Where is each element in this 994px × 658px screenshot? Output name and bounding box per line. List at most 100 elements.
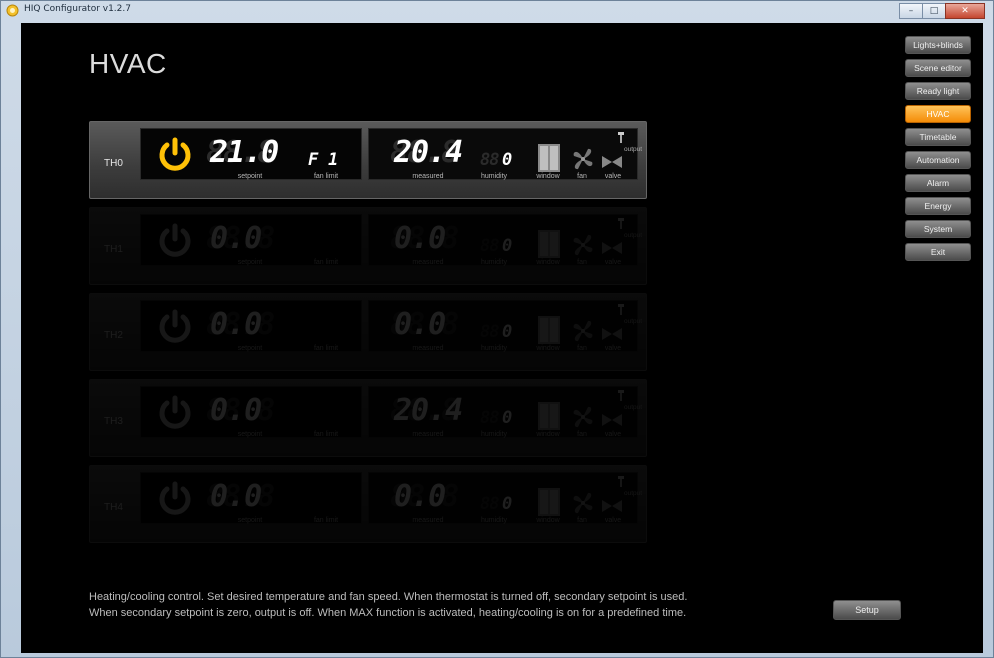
fan-icon[interactable]	[568, 316, 598, 346]
window-controls: – □ ✕	[899, 3, 985, 19]
thermostat-label: TH4	[104, 502, 123, 513]
setpoint-caption: setpoint	[237, 259, 263, 266]
setup-button[interactable]: Setup	[833, 600, 901, 620]
nav-ready-light-button[interactable]: Ready light	[905, 82, 971, 100]
window-caption: window	[536, 345, 560, 352]
title-bar: HIQ Configurator v1.2.7 – □ ✕	[1, 1, 993, 21]
humidity-ghost-digits: 88	[480, 150, 500, 170]
window-caption: window	[536, 517, 560, 524]
fan-caption: fan	[577, 517, 587, 524]
humidity-caption: humidity	[480, 345, 508, 352]
humidity-ghost-digits: 88	[480, 494, 500, 514]
fan-limit-caption: fan limit	[313, 517, 339, 524]
fan-icon[interactable]	[568, 144, 598, 174]
fan-icon[interactable]	[568, 488, 598, 518]
fan-icon[interactable]	[568, 230, 598, 260]
nav-exit-button[interactable]: Exit	[905, 243, 971, 261]
fan-limit-caption: fan limit	[313, 431, 339, 438]
minimize-button[interactable]: –	[899, 3, 923, 19]
setpoint-display[interactable]: 0.0	[210, 479, 262, 514]
power-icon[interactable]	[156, 308, 194, 346]
setpoint-caption: setpoint	[237, 345, 263, 352]
measured-caption: measured	[412, 259, 444, 266]
nav-hvac-button[interactable]: HVAC	[905, 105, 971, 123]
output-caption: output	[624, 490, 643, 497]
fan-icon[interactable]	[568, 402, 598, 432]
close-button[interactable]: ✕	[945, 3, 985, 19]
app-window: HIQ Configurator v1.2.7 – □ ✕ HVAC Light…	[0, 0, 994, 658]
power-icon[interactable]	[156, 222, 194, 260]
fan-limit-prefix: F	[308, 150, 318, 170]
fan-limit-caption: fan limit	[313, 259, 339, 266]
nav-scene-editor-button[interactable]: Scene editor	[905, 59, 971, 77]
fan-limit-caption: fan limit	[313, 173, 339, 180]
output-caption: output	[624, 404, 643, 411]
nav-timetable-button[interactable]: Timetable	[905, 128, 971, 146]
side-navigation: Lights+blinds Scene editor Ready light H…	[905, 36, 973, 266]
valve-icon	[602, 242, 622, 254]
measured-display: 20.4	[394, 393, 463, 428]
thermostat-panel: TH1 88.8 0.0 setpoint fan limit 88.8 0.0…	[89, 207, 647, 285]
fan-caption: fan	[577, 173, 587, 180]
nav-lights-blinds-button[interactable]: Lights+blinds	[905, 36, 971, 54]
setpoint-display[interactable]: 21.0	[210, 135, 279, 170]
humidity-ghost-digits: 88	[480, 322, 500, 342]
fan-caption: fan	[577, 259, 587, 266]
power-icon[interactable]	[156, 480, 194, 518]
main-content: HVAC Lights+blinds Scene editor Ready li…	[21, 23, 983, 653]
setpoint-caption: setpoint	[237, 173, 263, 180]
measured-caption: measured	[412, 431, 444, 438]
window-caption: window	[536, 259, 560, 266]
humidity-caption: humidity	[480, 173, 508, 180]
thermostat-panel: TH3 88.8 0.0 setpoint fan limit 88.8 20.…	[89, 379, 647, 457]
fan-caption: fan	[577, 345, 587, 352]
power-icon[interactable]	[156, 394, 194, 432]
measured-caption: measured	[412, 345, 444, 352]
window-caption: window	[536, 431, 560, 438]
setpoint-caption: setpoint	[237, 517, 263, 524]
fan-limit-display[interactable]: 1	[328, 150, 338, 170]
valve-caption: valve	[604, 431, 622, 438]
window-title: HIQ Configurator v1.2.7	[24, 4, 131, 14]
humidity-display: 0	[502, 236, 512, 256]
valve-caption: valve	[604, 517, 622, 524]
setpoint-display[interactable]: 0.0	[210, 221, 262, 256]
humidity-caption: humidity	[480, 431, 508, 438]
humidity-display: 0	[502, 150, 512, 170]
power-icon[interactable]	[156, 136, 194, 174]
help-text-line: When secondary setpoint is zero, output …	[89, 607, 687, 619]
window-caption: window	[536, 173, 560, 180]
nav-alarm-button[interactable]: Alarm	[905, 174, 971, 192]
setpoint-display[interactable]: 0.0	[210, 393, 262, 428]
valve-icon	[602, 414, 622, 426]
help-text: Heating/cooling control. Set desired tem…	[89, 589, 849, 621]
measured-caption: measured	[412, 517, 444, 524]
thermostat-panel: TH4 88.8 0.0 setpoint fan limit 88.8 0.0…	[89, 465, 647, 543]
nav-automation-button[interactable]: Automation	[905, 151, 971, 169]
window-icon	[538, 230, 560, 258]
humidity-ghost-digits: 88	[480, 236, 500, 256]
setpoint-display[interactable]: 0.0	[210, 307, 262, 342]
app-icon	[6, 4, 19, 17]
setpoint-caption: setpoint	[237, 431, 263, 438]
humidity-caption: humidity	[480, 259, 508, 266]
window-icon	[538, 488, 560, 516]
page-title: HVAC	[89, 48, 167, 79]
nav-system-button[interactable]: System	[905, 220, 971, 238]
measured-display: 0.0	[394, 307, 446, 342]
humidity-display: 0	[502, 408, 512, 428]
window-icon	[538, 402, 560, 430]
output-indicator-icon	[618, 218, 624, 229]
measured-display: 0.0	[394, 221, 446, 256]
valve-caption: valve	[604, 345, 622, 352]
thermostat-label: TH1	[104, 244, 123, 255]
maximize-button[interactable]: □	[922, 3, 946, 19]
thermostat-label: TH2	[104, 330, 123, 341]
output-caption: output	[624, 232, 643, 239]
output-indicator-icon	[618, 304, 624, 315]
nav-energy-button[interactable]: Energy	[905, 197, 971, 215]
humidity-display: 0	[502, 322, 512, 342]
valve-icon	[602, 328, 622, 340]
measured-display: 0.0	[394, 479, 446, 514]
humidity-display: 0	[502, 494, 512, 514]
